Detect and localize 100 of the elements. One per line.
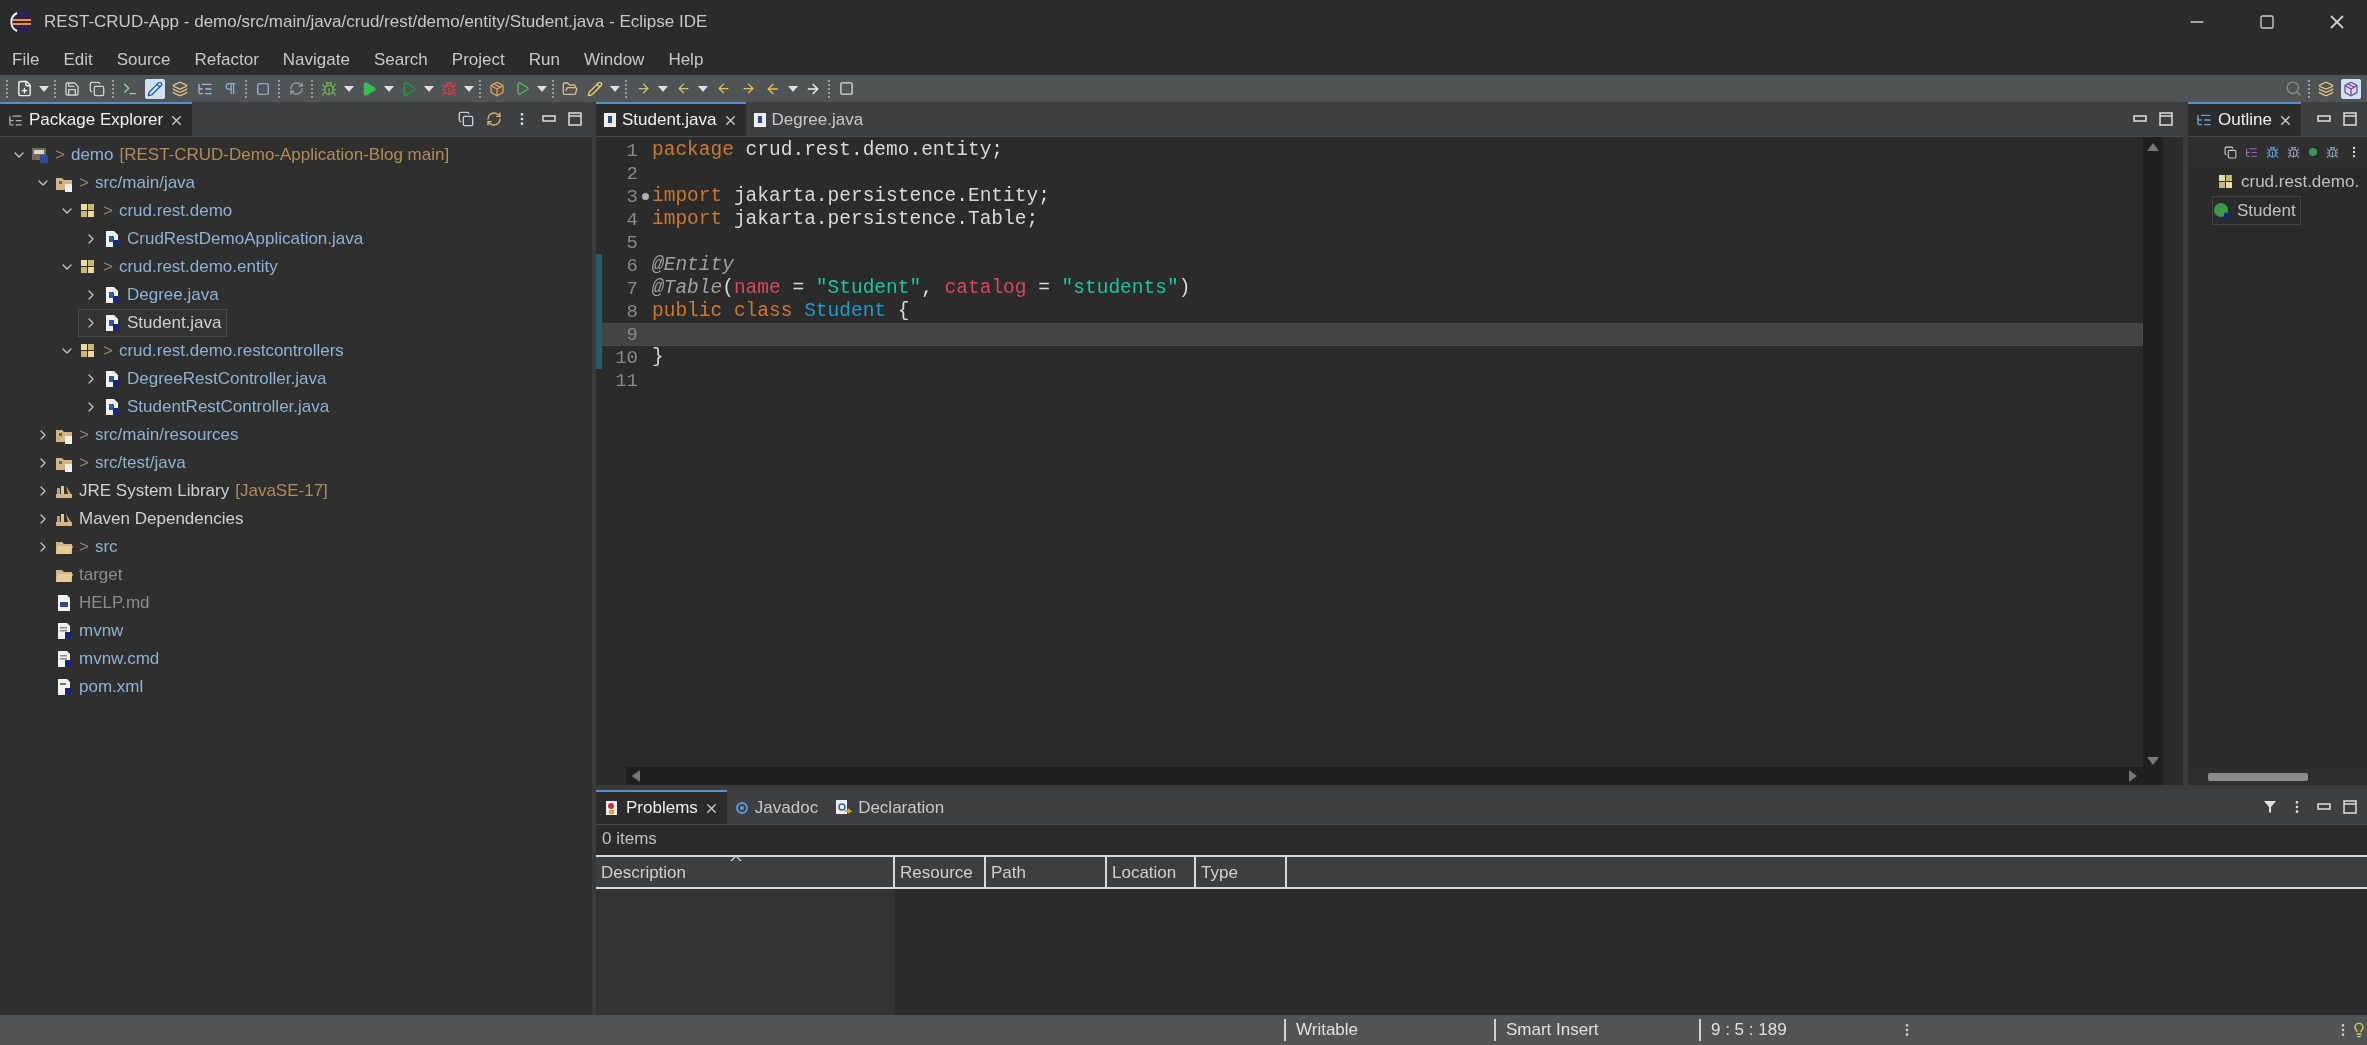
tree-item[interactable]: pom.xml bbox=[30, 673, 149, 701]
view-tab[interactable]: Package Explorer bbox=[0, 102, 193, 136]
maximize-icon[interactable] bbox=[2159, 112, 2173, 126]
code-line: @Entity bbox=[652, 254, 735, 277]
column-header[interactable]: Description bbox=[596, 857, 895, 887]
maximize-icon[interactable] bbox=[2259, 14, 2275, 30]
dropdown-caret-icon[interactable] bbox=[424, 85, 434, 92]
dropdown-caret-icon[interactable] bbox=[464, 85, 474, 92]
outline-item[interactable]: Student bbox=[2212, 196, 2301, 225]
minimize-icon[interactable] bbox=[542, 115, 556, 123]
column-header[interactable]: Resource bbox=[895, 857, 986, 887]
column-header[interactable]: Type bbox=[1196, 857, 1287, 887]
java-perspective-icon[interactable] bbox=[2341, 78, 2361, 99]
editor-tab[interactable]: Student.java bbox=[596, 102, 746, 136]
view-tab[interactable]: Declaration bbox=[826, 790, 953, 824]
collapse-all-icon[interactable] bbox=[458, 111, 474, 127]
lightbulb-icon[interactable] bbox=[2351, 1022, 2367, 1038]
code-line: package crud.rest.demo.entity; bbox=[652, 139, 1005, 162]
outline-icon bbox=[2196, 112, 2212, 128]
filter-icon[interactable] bbox=[2263, 800, 2277, 814]
dropdown-caret-icon[interactable] bbox=[658, 85, 668, 92]
pencil-icon[interactable] bbox=[145, 78, 165, 99]
dropdown-caret-icon[interactable] bbox=[344, 85, 354, 92]
tree-item[interactable]: > crud.rest.demo.restcontrollers bbox=[54, 337, 349, 365]
tree-item[interactable]: > crud.rest.demo bbox=[54, 197, 238, 225]
menu-item[interactable]: Search bbox=[363, 44, 442, 75]
horizontal-scrollbar[interactable] bbox=[626, 767, 2143, 785]
minimize-icon[interactable] bbox=[2317, 803, 2331, 811]
line-number: 8 bbox=[625, 300, 638, 323]
code-line: import jakarta.persistence.Entity; bbox=[652, 185, 1051, 208]
java-file-icon bbox=[103, 314, 121, 332]
column-header[interactable]: Location bbox=[1107, 857, 1196, 887]
horizontal-scrollbar[interactable] bbox=[2188, 769, 2367, 785]
vertical-scrollbar[interactable] bbox=[2143, 137, 2163, 785]
menu-item[interactable]: Refactor bbox=[184, 44, 273, 75]
tree-item[interactable]: CrudRestDemoApplication.java bbox=[78, 225, 369, 253]
declaration-icon bbox=[834, 799, 853, 817]
java-file-icon bbox=[604, 113, 616, 127]
eclipse-logo bbox=[10, 10, 34, 34]
project-icon bbox=[31, 146, 49, 164]
tree-item[interactable]: Student.java bbox=[78, 309, 227, 337]
maximize-icon[interactable] bbox=[2343, 112, 2357, 126]
status-item: Smart Insert bbox=[1494, 1019, 1699, 1041]
view-tab[interactable]: Problems bbox=[596, 790, 727, 824]
java-file-icon bbox=[103, 286, 121, 304]
dropdown-caret-icon[interactable] bbox=[698, 85, 708, 92]
java-file-icon bbox=[103, 398, 121, 416]
maximize-icon[interactable] bbox=[568, 112, 582, 126]
minimize-icon[interactable] bbox=[2133, 115, 2147, 123]
outline-item[interactable]: crud.rest.demo. bbox=[2216, 167, 2365, 196]
dropdown-caret-icon[interactable] bbox=[788, 85, 798, 92]
tree-item[interactable]: JRE System Library [JavaSE-17] bbox=[30, 477, 333, 505]
tree-item[interactable]: > src/main/resources bbox=[30, 421, 244, 449]
menu-item[interactable]: Window bbox=[573, 44, 659, 75]
menu-item[interactable]: Source bbox=[106, 44, 185, 75]
tree-item[interactable]: > src/test/java bbox=[30, 449, 191, 477]
collapse-all-icon[interactable] bbox=[2224, 145, 2237, 159]
tree-item[interactable]: > src/main/java bbox=[30, 169, 201, 197]
menu-item[interactable]: Navigate bbox=[272, 44, 364, 75]
tree-item[interactable]: StudentRestController.java bbox=[78, 393, 335, 421]
fold-marker[interactable] bbox=[641, 193, 649, 200]
view-tab[interactable]: Outline bbox=[2188, 102, 2301, 136]
java-file-icon bbox=[103, 370, 121, 388]
line-number: 1 bbox=[625, 139, 638, 162]
dropdown-caret-icon[interactable] bbox=[384, 85, 394, 92]
link-with-editor-icon[interactable] bbox=[486, 111, 502, 127]
tree-item[interactable]: Maven Dependencies bbox=[30, 505, 249, 533]
menu-item[interactable]: Run bbox=[518, 44, 574, 75]
tree-item[interactable]: HELP.md bbox=[30, 589, 155, 617]
menu-item[interactable]: Project bbox=[441, 44, 519, 75]
line-number: 5 bbox=[625, 231, 638, 254]
line-number: 10 bbox=[614, 346, 638, 369]
dropdown-caret-icon[interactable] bbox=[610, 85, 620, 92]
line-number: 4 bbox=[625, 208, 638, 231]
item-count: 0 items bbox=[601, 828, 658, 850]
editor-tab[interactable]: Degree.java bbox=[745, 102, 872, 136]
minimize-icon[interactable] bbox=[2317, 115, 2331, 123]
tree-item[interactable]: mvnw bbox=[30, 617, 129, 645]
tree-item[interactable]: > src bbox=[30, 533, 123, 561]
menu-item[interactable]: Help bbox=[658, 44, 718, 75]
file-icon bbox=[55, 622, 73, 640]
tree-item[interactable]: Degree.java bbox=[78, 281, 224, 309]
line-number: 2 bbox=[625, 162, 638, 185]
window-title: REST-CRUD-App - demo/src/main/java/crud/rest/demo/entity/Student.java - Eclipse IDE bbox=[44, 12, 709, 32]
menu-item[interactable]: Edit bbox=[53, 44, 107, 75]
menu-item[interactable]: File bbox=[2, 44, 54, 75]
code-line: @Table(name = "Student", catalog = "students") bbox=[652, 277, 1192, 300]
class-icon bbox=[2213, 201, 2231, 220]
tree-item[interactable]: target bbox=[30, 561, 128, 589]
view-tab[interactable]: Javadoc bbox=[726, 790, 827, 824]
tree-item[interactable]: DegreeRestController.java bbox=[78, 365, 332, 393]
tree-item[interactable]: > crud.rest.demo.entity bbox=[54, 253, 283, 281]
xml-file-icon bbox=[55, 678, 73, 696]
tree-item[interactable]: mvnw.cmd bbox=[30, 645, 165, 673]
tree-item[interactable]: > demo [REST-CRUD-Demo-Application-Blog main] bbox=[6, 141, 455, 169]
column-header[interactable]: Path bbox=[986, 857, 1107, 887]
dropdown-caret-icon[interactable] bbox=[39, 85, 49, 92]
maximize-icon[interactable] bbox=[2343, 800, 2357, 814]
dropdown-caret-icon[interactable] bbox=[537, 85, 547, 92]
java-file-icon bbox=[753, 113, 766, 127]
